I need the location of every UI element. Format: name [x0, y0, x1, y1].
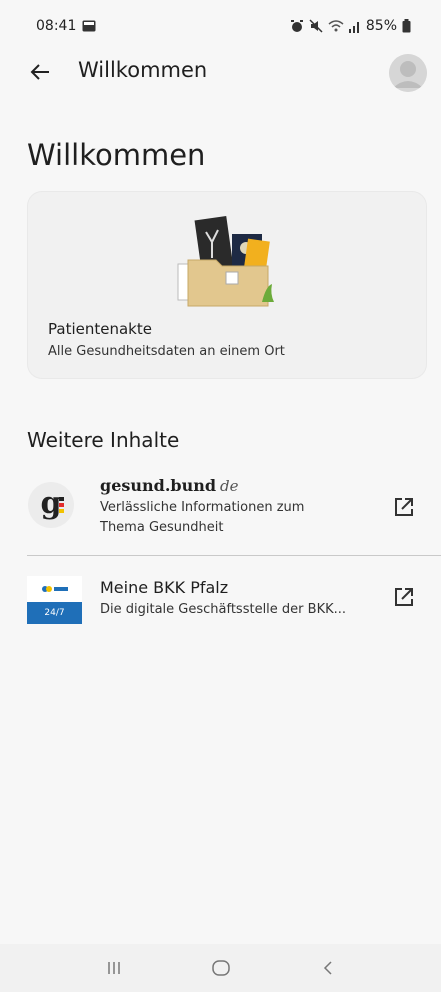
signal-icon: [348, 22, 359, 33]
wifi-icon: [328, 20, 344, 32]
status-right: 85%: [290, 18, 411, 34]
alarm-icon: [290, 20, 303, 32]
section-title: Weitere Inhalte: [27, 428, 180, 452]
bkk-logo-text: 24/7: [27, 602, 82, 624]
status-time: 08:41: [36, 18, 77, 34]
home-button[interactable]: [201, 953, 241, 983]
card-subtitle: Alle Gesundheitsdaten an einem Ort: [48, 344, 285, 359]
chevron-left-icon: [323, 961, 332, 975]
external-link-icon[interactable]: [393, 586, 415, 608]
bkk-logo-top: [27, 576, 82, 602]
back-nav-button[interactable]: [308, 953, 348, 983]
bkk-brand-icon: [42, 586, 68, 592]
home-icon: [211, 960, 230, 976]
patient-record-card[interactable]: Patientenakte Alle Gesundheitsdaten an e…: [28, 192, 426, 378]
back-button[interactable]: [26, 58, 54, 86]
status-left: 08:41: [36, 18, 96, 34]
battery-level: 85%: [365, 18, 397, 34]
color-dots-icon: [59, 497, 64, 513]
mute-icon: [309, 19, 323, 33]
item-title: gesund.bund de: [100, 476, 239, 495]
system-nav-bar: [0, 944, 441, 992]
list-item-bkk-pfalz[interactable]: 24/7 Meine BKK Pfalz Die digitale Geschä…: [0, 570, 441, 634]
list-item-gesund-bund[interactable]: g gesund.bund de Verlässliche Information…: [0, 474, 441, 554]
recents-icon: [107, 962, 120, 974]
external-link-icon[interactable]: [393, 496, 415, 518]
brand-name: gesund.bund: [100, 476, 217, 495]
recents-button[interactable]: [94, 953, 134, 983]
card-title: Patientenakte: [48, 320, 152, 338]
user-avatar-icon: [389, 54, 427, 92]
app-bar: Willkommen: [0, 44, 441, 100]
image-notification-icon: [82, 20, 96, 32]
divider: [27, 555, 441, 556]
battery-icon: [402, 19, 411, 33]
item-description: Verlässliche Informationen zum Thema Ges…: [100, 500, 305, 535]
avatar[interactable]: [389, 54, 427, 92]
arrow-back-icon: [30, 64, 49, 80]
folder-illustration-icon: [177, 216, 274, 307]
gesund-bund-logo: g: [28, 482, 74, 528]
bkk-logo: 24/7: [27, 576, 82, 624]
brand-suffix: de: [220, 477, 239, 495]
item-description: Die digitale Geschäftsstelle der BKK...: [100, 602, 347, 617]
app-bar-title: Willkommen: [78, 58, 208, 82]
item-title: Meine BKK Pfalz: [100, 578, 229, 597]
page-title: Willkommen: [27, 138, 206, 172]
